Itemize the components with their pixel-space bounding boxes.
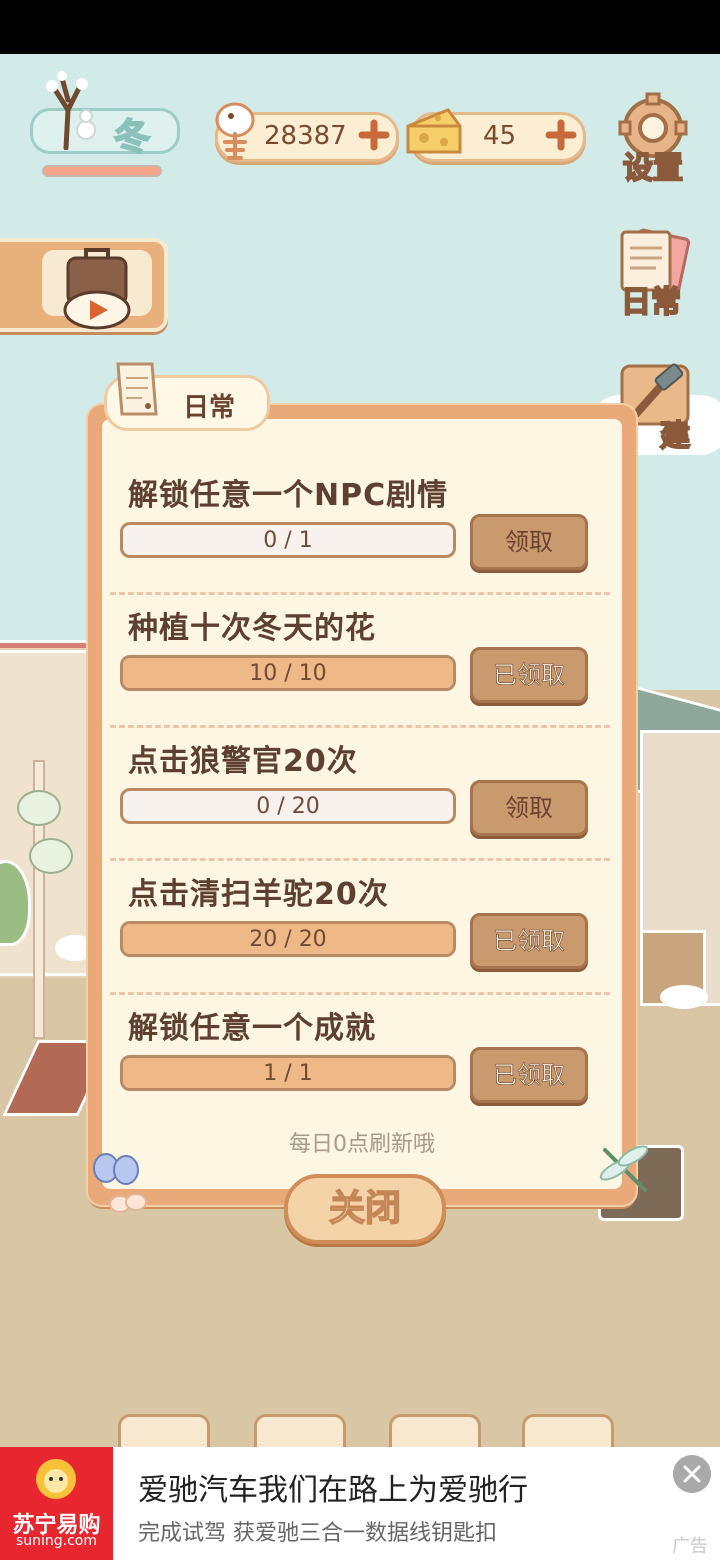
ad-subtitle: 完成试驾 获爱驰三合一数据线钥匙扣 [138, 1521, 497, 1546]
fish-count: 28387 [264, 121, 347, 151]
claim-button[interactable]: 领取 [470, 780, 588, 836]
scroll-note-icon [116, 362, 158, 416]
snow-pile [660, 985, 708, 1009]
winter-tree-icon [46, 71, 96, 150]
task-progress-text: 1 / 1 [263, 1061, 313, 1086]
lion-logo-icon [36, 1459, 76, 1499]
status-bar [0, 0, 720, 54]
season-label: 冬 [113, 116, 151, 159]
build-label: 建 [659, 418, 691, 455]
claimed-button[interactable]: 已领取 [470, 647, 588, 703]
ad-banner[interactable]: 苏宁易购 suning.com 爱驰汽车我们在路上为爱驰行 完成试驾 获爱驰三合… [0, 1447, 720, 1560]
task-progress-text: 20 / 20 [249, 927, 327, 952]
butterfly-icon [93, 1153, 147, 1213]
ad-tag: 广告 [672, 1536, 708, 1557]
task-divider [110, 592, 610, 595]
task-progress-bar: 1 / 1 [120, 1055, 456, 1091]
task-title: 点击狼警官20次 [128, 744, 358, 779]
refresh-note: 每日0点刷新哦 [289, 1132, 435, 1157]
dragonfly-icon [599, 1145, 649, 1192]
task-divider [110, 858, 610, 861]
settings-label: 设置 [622, 150, 684, 187]
ad-title: 爱驰汽车我们在路上为爱驰行 [138, 1473, 528, 1508]
task-progress-bar: 20 / 20 [120, 921, 456, 957]
claimed-button[interactable]: 已领取 [470, 913, 588, 969]
ad-logo-domain: suning.com [15, 1533, 98, 1549]
task-progress-bar: 0 / 20 [120, 788, 456, 824]
daily-button[interactable]: 日常 [612, 226, 691, 321]
task-progress-text: 0 / 1 [263, 528, 313, 553]
backpack-icon [63, 248, 131, 330]
task-item: 点击狼警官20次 0 / 20 领取 [118, 736, 598, 870]
season-progress-bar [42, 165, 162, 177]
fish-bone-icon [215, 102, 255, 160]
task-item: 解锁任意一个NPC剧情 0 / 1 领取 [118, 470, 598, 604]
cheese-count: 45 [483, 121, 517, 151]
task-item: 种植十次冬天的花 10 / 10 已领取 [118, 603, 598, 737]
task-title: 点击清扫羊驼20次 [128, 877, 389, 912]
task-progress-text: 0 / 20 [256, 794, 320, 819]
task-progress-bar: 10 / 10 [120, 655, 456, 691]
task-divider [110, 725, 610, 728]
ad-close-icon[interactable] [673, 1455, 711, 1493]
daily-label: 日常 [620, 284, 682, 321]
lamp-ornament [17, 790, 61, 826]
task-title: 种植十次冬天的花 [128, 611, 376, 646]
settings-button[interactable]: 设置 [614, 92, 692, 187]
task-title: 解锁任意一个NPC剧情 [128, 478, 449, 513]
tab-daily-label: 日常 [183, 393, 236, 423]
ad-logo: 苏宁易购 suning.com [0, 1447, 113, 1560]
lamp-ornament [29, 838, 73, 874]
task-progress-bar: 0 / 1 [120, 522, 456, 558]
claimed-button[interactable]: 已领取 [470, 1047, 588, 1103]
add-cheese-icon[interactable] [545, 119, 577, 151]
task-item: 点击清扫羊驼20次 20 / 20 已领取 [118, 869, 598, 1003]
task-item: 解锁任意一个成就 1 / 1 已领取 [118, 1003, 598, 1137]
cheese-icon [406, 108, 462, 154]
claim-button[interactable]: 领取 [470, 514, 588, 570]
add-fish-icon[interactable] [358, 119, 390, 151]
task-divider [110, 992, 610, 995]
season-indicator[interactable]: 冬 [26, 70, 180, 160]
task-title: 解锁任意一个成就 [128, 1011, 376, 1046]
close-button[interactable]: 关闭 [284, 1174, 446, 1244]
task-progress-text: 10 / 10 [249, 661, 327, 686]
